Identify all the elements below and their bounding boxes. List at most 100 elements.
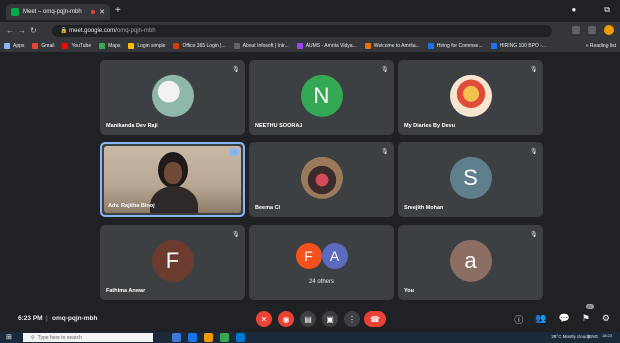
participant-tile[interactable]: 🎙 Manikanda Dev Raji bbox=[100, 60, 245, 135]
new-tab-button[interactable]: + bbox=[115, 5, 121, 16]
tab-bar: Meet – omq-pqjn-mbh ✕ + ● ⧉ bbox=[0, 0, 620, 22]
bookmark-item[interactable]: AUMS - Amrita Vidya... bbox=[296, 43, 357, 49]
search-placeholder: Type here to search bbox=[37, 334, 82, 341]
avatar: F bbox=[151, 239, 194, 282]
close-icon[interactable]: ✕ bbox=[99, 8, 105, 16]
chat-icon[interactable]: 💬 bbox=[559, 313, 570, 326]
back-icon[interactable]: ← bbox=[6, 26, 14, 35]
bookmark-icon bbox=[128, 43, 135, 49]
participant-tile[interactable]: F 🎙 Fathima Anwar bbox=[100, 225, 245, 300]
mic-off-button[interactable]: ✕ bbox=[256, 311, 272, 327]
bookmark-label: Hiring for Commse... bbox=[436, 43, 483, 49]
avatar: F bbox=[295, 243, 322, 269]
bookmark-item[interactable]: Welcome to Amrita... bbox=[364, 43, 420, 49]
bookmark-item[interactable]: Apps bbox=[4, 43, 24, 49]
bookmarks-bar: Apps Gmail YouTube Maps Login simple Office 3… bbox=[0, 40, 620, 53]
camera-icon[interactable] bbox=[572, 26, 580, 34]
meeting-controls-bar: 6:23 PM | omq-pqjn-mbh ✕ ◉ ▤ ▣ ⋮ ☎ ⓘ 👥 💬… bbox=[0, 304, 620, 332]
bookmark-item[interactable]: YouTube bbox=[62, 43, 91, 49]
lock-icon[interactable]: ⚙ bbox=[602, 313, 610, 326]
minimize-icon[interactable]: ● bbox=[571, 5, 576, 15]
star-icon[interactable] bbox=[588, 26, 596, 34]
bookmark-icon bbox=[233, 43, 240, 49]
participant-tile[interactable]: Adv. Rajitha Binoj bbox=[100, 142, 245, 217]
bookmark-label: AUMS - Amrita Vidya... bbox=[305, 43, 357, 49]
info-icon[interactable]: ⓘ bbox=[514, 313, 523, 326]
bookmark-label: YouTube bbox=[71, 43, 92, 49]
bookmark-icon bbox=[427, 43, 434, 49]
activities-icon[interactable]: ⚑ bbox=[582, 313, 590, 326]
forward-icon[interactable]: → bbox=[18, 26, 26, 35]
url-field[interactable]: 🔒 meet.google.com/omq-pqjn-mbh bbox=[52, 25, 552, 37]
mic-muted-icon: 🎙 bbox=[232, 232, 240, 238]
avatar: A bbox=[321, 243, 348, 269]
taskbar-search[interactable]: ⚲ Type here to search bbox=[23, 333, 153, 342]
url-host: meet.google.com/ bbox=[69, 28, 117, 34]
mic-muted-icon: 🎙 bbox=[530, 149, 538, 155]
participant-tile[interactable]: F A 24 others bbox=[249, 225, 394, 300]
bookmark-item[interactable]: Office 365 Login |... bbox=[173, 43, 226, 49]
avatar bbox=[300, 156, 343, 199]
restore-icon[interactable]: ⧉ bbox=[604, 5, 610, 15]
bookmark-label: Maps bbox=[108, 43, 121, 49]
leave-call-button[interactable]: ☎ bbox=[364, 311, 386, 327]
participant-name: Beema Cl bbox=[255, 205, 281, 211]
participants-badge: 27 bbox=[585, 304, 594, 309]
meeting-time: 6:23 PM bbox=[18, 315, 43, 322]
participant-name: Adv. Rajitha Binoj bbox=[108, 203, 155, 209]
lock-icon: 🔒 bbox=[60, 28, 68, 34]
bookmark-item[interactable]: About Infosoft | Intr... bbox=[233, 43, 289, 49]
meeting-code: omq-pqjn-mbh bbox=[52, 315, 98, 322]
clock: 18:23 bbox=[601, 333, 612, 338]
task-view-icon[interactable] bbox=[172, 333, 181, 342]
participant-tile[interactable]: 🎙 Beema Cl bbox=[249, 142, 394, 217]
bookmark-icon bbox=[32, 43, 39, 49]
windows-icon[interactable]: ⊞ bbox=[6, 333, 12, 341]
bookmark-item[interactable]: Gmail bbox=[32, 43, 54, 49]
bookmark-item[interactable]: Maps bbox=[99, 43, 120, 49]
url-path: omq-pqjn-mbh bbox=[116, 28, 156, 34]
bookmark-label: About Infosoft | Intr... bbox=[242, 43, 289, 49]
grouped-avatars: FA bbox=[295, 243, 348, 269]
avatar: S bbox=[449, 156, 492, 199]
weather: 29°C Mostly cloudy bbox=[551, 334, 590, 339]
participant-name: You bbox=[404, 288, 414, 294]
mic-muted-icon: 🎙 bbox=[530, 232, 538, 238]
mic-muted-icon: 🎙 bbox=[232, 67, 240, 73]
window-controls: ● ⧉ bbox=[571, 5, 610, 15]
address-bar: ← → ↻ 🔒 meet.google.com/omq-pqjn-mbh bbox=[0, 22, 620, 40]
avatar bbox=[151, 74, 194, 117]
bookmark-item[interactable]: Hiring for Commse... bbox=[427, 43, 483, 49]
participant-name: Fathima Anwar bbox=[106, 288, 146, 294]
more-options-button[interactable]: ⋮ bbox=[344, 311, 360, 327]
meet-icon bbox=[11, 8, 19, 16]
present-button[interactable]: ▣ bbox=[322, 311, 338, 327]
reading-list[interactable]: » Reading list bbox=[586, 43, 616, 49]
reload-icon[interactable]: ↻ bbox=[30, 26, 37, 35]
participant-tile[interactable]: a 🎙 You bbox=[398, 225, 543, 300]
bookmark-icon bbox=[4, 43, 10, 49]
language: ENG bbox=[588, 334, 598, 339]
avatar[interactable] bbox=[604, 25, 614, 35]
pin-icon[interactable] bbox=[229, 148, 239, 156]
edge-icon[interactable] bbox=[188, 333, 197, 342]
store-icon[interactable] bbox=[236, 333, 245, 342]
chrome-icon[interactable] bbox=[220, 333, 229, 342]
participant-name: 24 others bbox=[308, 279, 335, 285]
bookmark-item[interactable]: Login simple bbox=[128, 43, 165, 49]
captions-button[interactable]: ▤ bbox=[300, 311, 316, 327]
taskbar-apps bbox=[172, 333, 245, 342]
bookmark-item[interactable]: HIRING 100 BPO -... bbox=[490, 43, 546, 49]
avatar: a bbox=[449, 239, 492, 282]
people-icon[interactable]: 👥 bbox=[535, 313, 546, 326]
participant-tile[interactable]: 🎙 My Diaries By Devu bbox=[398, 60, 543, 135]
folder-icon[interactable] bbox=[204, 333, 213, 342]
participant-tile[interactable]: S 🎙 Sreejith Mohan bbox=[398, 142, 543, 217]
mic-muted-icon: 🎙 bbox=[381, 67, 389, 73]
participant-tile[interactable]: N 🎙 NEETHU SOORAJ bbox=[249, 60, 394, 135]
camera-off-button[interactable]: ◉ bbox=[278, 311, 294, 327]
mic-muted-icon: 🎙 bbox=[381, 149, 389, 155]
tab-meet[interactable]: Meet – omq-pqjn-mbh ✕ bbox=[6, 4, 110, 20]
bookmark-icon bbox=[99, 43, 106, 49]
bookmark-icon bbox=[490, 43, 497, 49]
